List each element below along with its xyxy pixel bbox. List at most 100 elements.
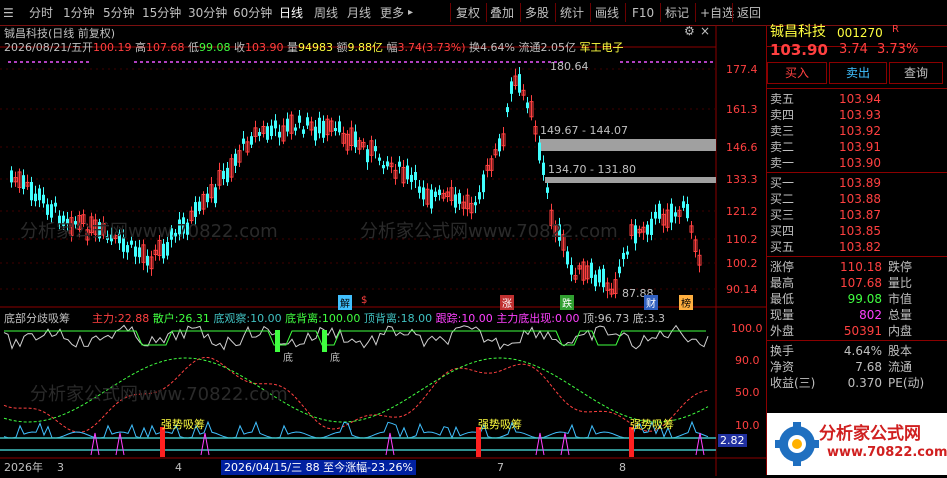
candle-body [602, 268, 605, 288]
candle-body [622, 252, 625, 260]
period-tab-5min[interactable]: 5分钟 [103, 4, 135, 22]
current-price: 103.90 [770, 41, 828, 59]
bid-price[interactable]: 103.85 [839, 223, 881, 239]
sell-button[interactable]: 卖出 [829, 62, 887, 84]
marker-dot [50, 61, 53, 63]
cursor-status-bar: 2026/04/15/三 88 至今涨幅-23.26% [221, 460, 417, 475]
period-tab-30min[interactable]: 30分钟 [188, 4, 227, 22]
support-zone-label: 134.70 - 131.80 [548, 163, 636, 176]
marker-dot [218, 61, 221, 63]
marker-dot [206, 61, 209, 63]
sector-label[interactable]: 军工电子 [579, 41, 623, 54]
ask-price[interactable]: 103.94 [839, 91, 881, 107]
marker-dot [14, 61, 17, 63]
marker-dot [332, 61, 335, 63]
tool-draw-line[interactable]: 画线 [595, 4, 619, 22]
chart-settings-icon[interactable]: ⚙ [684, 24, 695, 38]
low-label: 低 [188, 41, 199, 54]
candle-body [354, 131, 357, 148]
tool-overlay[interactable]: 叠加 [490, 4, 514, 22]
candle-body [646, 224, 649, 235]
site-logo: 分析家公式网 www.70822.com [767, 413, 947, 475]
period-tab-daily[interactable]: 日线 [279, 4, 303, 22]
marker-dot [188, 61, 191, 63]
marker-dot [62, 61, 65, 63]
tool-multi-stock[interactable]: 多股 [525, 4, 549, 22]
ask-price[interactable]: 103.93 [839, 107, 881, 123]
bid-price[interactable]: 103.88 [839, 191, 881, 207]
marker-dot [284, 61, 287, 63]
period-tab-timeshare[interactable]: 分时 [29, 4, 53, 22]
tool-mark[interactable]: 标记 [665, 4, 689, 22]
marker-dot [704, 61, 707, 63]
float-value: 2.05亿 [540, 41, 576, 54]
tool-f10[interactable]: F10 [632, 4, 654, 22]
low-value: 99.08 [199, 41, 231, 54]
marker-dot [452, 61, 455, 63]
period-tab-weekly[interactable]: 周线 [314, 4, 338, 22]
event-tag-list[interactable]: 榜 [679, 295, 693, 310]
marker-dot [518, 61, 521, 63]
event-tag-dollar[interactable]: $ [361, 295, 367, 306]
bid-price[interactable]: 103.82 [839, 239, 881, 255]
event-tag-finance[interactable]: 财 [644, 295, 658, 310]
candle-body [146, 255, 149, 266]
marker-dot [170, 61, 173, 63]
stat-value: 4.64% [843, 344, 882, 358]
period-tab-more[interactable]: 更多 [380, 4, 404, 22]
list-icon[interactable]: ☰ [3, 4, 14, 22]
period-tab-60min[interactable]: 60分钟 [233, 4, 272, 22]
candle-body [30, 181, 33, 201]
ask-price[interactable]: 103.92 [839, 123, 881, 139]
tool-add-watchlist[interactable]: +自选 [700, 4, 734, 22]
period-tab-1min[interactable]: 1分钟 [63, 4, 95, 22]
stat-value: 50391 [843, 324, 882, 338]
ask-label: 卖五 [770, 92, 795, 106]
candle-body [22, 175, 25, 189]
time-axis-year: 2026年 [4, 461, 43, 474]
support-zone-band [545, 177, 716, 183]
candle-body [454, 194, 457, 208]
indicator-line-top [3, 324, 709, 351]
stat-value: 99.08 [847, 292, 882, 306]
candle-body [46, 204, 49, 215]
marker-dot [326, 61, 329, 63]
bid-label: 买二 [770, 192, 795, 206]
query-button[interactable]: 查询 [889, 62, 943, 84]
kline-chart-area[interactable]: 铖昌科技(日线 前复权) ⚙ × 2026/08/21/五 开100.19 高1… [0, 24, 766, 476]
marker-dot [236, 61, 239, 63]
marker-dot [272, 61, 275, 63]
tool-restore-right[interactable]: 复权 [456, 4, 480, 22]
event-tag-fall[interactable]: 跌 [560, 295, 574, 310]
ask-price[interactable]: 103.91 [839, 139, 881, 155]
tool-back[interactable]: 返回 [737, 4, 761, 22]
period-tab-15min[interactable]: 15分钟 [142, 4, 181, 22]
indicator-spike [535, 432, 545, 456]
candle-body [50, 204, 53, 218]
indicator-name[interactable]: 底部分歧吸筹 [4, 310, 70, 326]
candle-body [302, 129, 305, 134]
ind-param-value: 96.73 [597, 312, 630, 325]
candle-body [226, 167, 229, 183]
bid-price[interactable]: 103.87 [839, 207, 881, 223]
tool-statistics[interactable]: 统计 [560, 4, 584, 22]
marker-dot [224, 61, 227, 63]
toolbar-divider [555, 3, 556, 22]
marker-dot [686, 61, 689, 63]
kline-canvas[interactable] [0, 25, 766, 476]
period-tab-monthly[interactable]: 月线 [347, 4, 371, 22]
event-tag-unlock[interactable]: 解 [338, 295, 352, 310]
watermark: 分析家公式网www.70822.com [360, 221, 618, 242]
bar-ohlc: 开100.19 高107.68 低99.08 收103.90 量94983 额9… [82, 39, 623, 55]
chart-close-icon[interactable]: × [700, 24, 710, 38]
bid-price[interactable]: 103.89 [839, 175, 881, 191]
more-arrow-icon[interactable]: ▸ [408, 4, 413, 22]
ask-price[interactable]: 103.90 [839, 155, 881, 171]
buy-button[interactable]: 买入 [767, 62, 827, 84]
candle-body [650, 218, 653, 235]
stat-label: 量比 [888, 276, 913, 290]
ind-axis-50: 50.0 [735, 386, 760, 399]
candle-body [338, 121, 341, 133]
marker-dot [140, 61, 143, 63]
event-tag-rise[interactable]: 涨 [500, 295, 514, 310]
